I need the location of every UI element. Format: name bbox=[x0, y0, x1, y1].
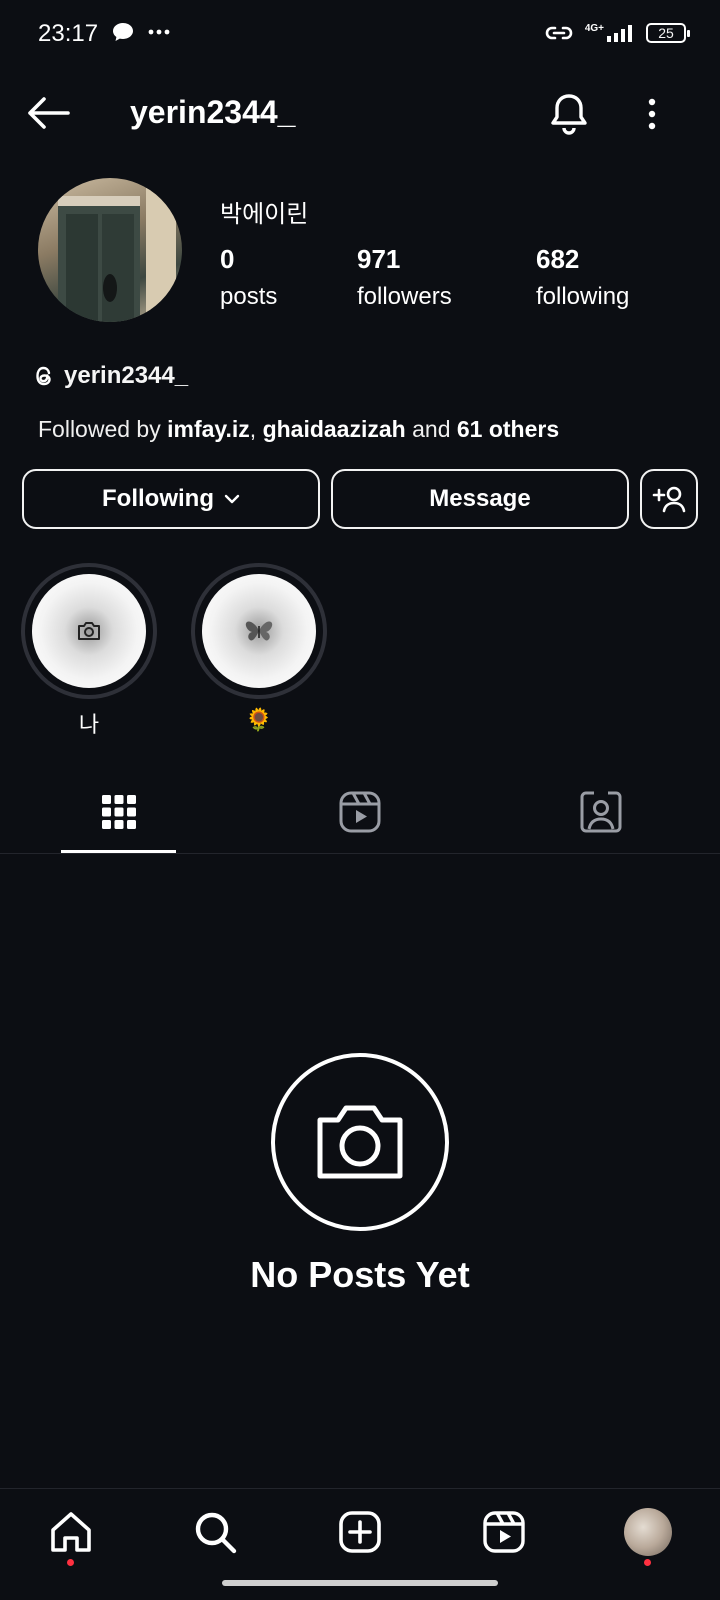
camera-icon bbox=[76, 620, 102, 642]
highlight-cover bbox=[202, 574, 316, 688]
status-time: 23:17 bbox=[38, 20, 99, 47]
nav-reels[interactable] bbox=[480, 1508, 528, 1556]
search-icon bbox=[193, 1510, 237, 1554]
posts-count: 0 bbox=[220, 244, 235, 274]
home-indicator[interactable] bbox=[222, 1580, 498, 1586]
followed-by-sep: , bbox=[249, 416, 263, 442]
signal-icon: 4G+ bbox=[585, 24, 634, 42]
bottom-nav-divider bbox=[0, 1488, 720, 1489]
back-button[interactable] bbox=[26, 95, 76, 135]
message-button-label: Message bbox=[429, 485, 531, 512]
profile-notification-dot bbox=[644, 1559, 651, 1566]
tab-grid[interactable] bbox=[91, 784, 147, 840]
nav-profile[interactable] bbox=[624, 1508, 672, 1556]
nav-create[interactable] bbox=[336, 1508, 384, 1556]
home-notification-dot bbox=[67, 1559, 74, 1566]
following-count: 682 bbox=[536, 244, 580, 274]
nav-search[interactable] bbox=[191, 1508, 239, 1556]
add-person-icon bbox=[652, 485, 686, 513]
chat-bubble-icon bbox=[112, 22, 134, 42]
story-highlight-1[interactable]: 나 bbox=[21, 563, 157, 739]
threads-handle: yerin2344_ bbox=[64, 362, 189, 389]
followed-by-user-2[interactable]: ghaidaazizah bbox=[263, 416, 406, 442]
followed-by-others[interactable]: 61 others bbox=[457, 416, 559, 442]
add-square-icon bbox=[338, 1510, 382, 1554]
highlight-cover bbox=[32, 574, 146, 688]
message-button[interactable]: Message bbox=[331, 469, 629, 529]
highlight-label: 🌻 bbox=[245, 707, 273, 732]
more-options-button[interactable] bbox=[640, 94, 664, 134]
following-button-label: Following bbox=[102, 485, 214, 512]
followers-stat[interactable]: 971 followers bbox=[357, 244, 452, 311]
suggested-users-button[interactable] bbox=[640, 469, 698, 529]
followed-by-prefix: Followed by bbox=[38, 416, 168, 442]
more-dots-icon bbox=[148, 29, 170, 35]
profile-avatar bbox=[624, 1508, 672, 1556]
followers-label: followers bbox=[357, 283, 452, 310]
profile-avatar[interactable] bbox=[38, 178, 182, 322]
status-left-icons bbox=[112, 22, 170, 42]
home-icon bbox=[49, 1510, 93, 1554]
threads-link[interactable]: yerin2344_ bbox=[32, 362, 188, 390]
followed-by-text[interactable]: Followed by imfay.iz, ghaidaazizah and 6… bbox=[38, 416, 559, 443]
posts-label: posts bbox=[220, 283, 278, 310]
battery-icon: 25 bbox=[646, 23, 690, 43]
following-stat[interactable]: 682 following bbox=[536, 244, 629, 311]
tab-reels[interactable] bbox=[332, 784, 388, 840]
highlight-ring bbox=[21, 563, 157, 699]
followed-by-conj: and bbox=[405, 416, 457, 442]
tab-tagged[interactable] bbox=[573, 784, 629, 840]
display-name: 박에이린 bbox=[220, 201, 309, 228]
grid-icon bbox=[101, 794, 137, 830]
battery-level: 25 bbox=[658, 25, 674, 41]
butterfly-icon bbox=[244, 618, 274, 644]
network-type-label: 4G+ bbox=[584, 23, 604, 34]
story-highlight-2[interactable]: 🌻 bbox=[191, 563, 327, 733]
empty-state-title: No Posts Yet bbox=[250, 1254, 470, 1295]
notifications-button[interactable] bbox=[548, 92, 594, 138]
highlight-ring bbox=[191, 563, 327, 699]
following-label: following bbox=[536, 283, 630, 310]
hotspot-link-icon bbox=[545, 22, 573, 44]
status-right-icons: 4G+ 25 bbox=[545, 22, 690, 44]
following-button[interactable]: Following bbox=[22, 469, 320, 529]
followed-by-user-1[interactable]: imfay.iz bbox=[167, 416, 250, 442]
chevron-down-icon bbox=[224, 494, 240, 504]
bell-icon bbox=[548, 92, 594, 136]
highlight-label: 나 bbox=[78, 712, 100, 737]
followers-count: 971 bbox=[357, 244, 401, 274]
posts-stat[interactable]: 0 posts bbox=[220, 244, 277, 311]
back-arrow-icon bbox=[26, 95, 76, 131]
more-vertical-icon bbox=[640, 94, 664, 134]
nav-home[interactable] bbox=[47, 1508, 95, 1556]
threads-icon bbox=[32, 363, 56, 389]
reels-icon bbox=[339, 791, 381, 833]
reels-icon bbox=[482, 1510, 526, 1554]
camera-icon bbox=[312, 1102, 408, 1182]
tab-divider bbox=[0, 853, 720, 854]
empty-state-icon-circle bbox=[271, 1053, 449, 1231]
page-title-username: yerin2344_ bbox=[130, 94, 296, 130]
tagged-person-icon bbox=[580, 791, 622, 833]
